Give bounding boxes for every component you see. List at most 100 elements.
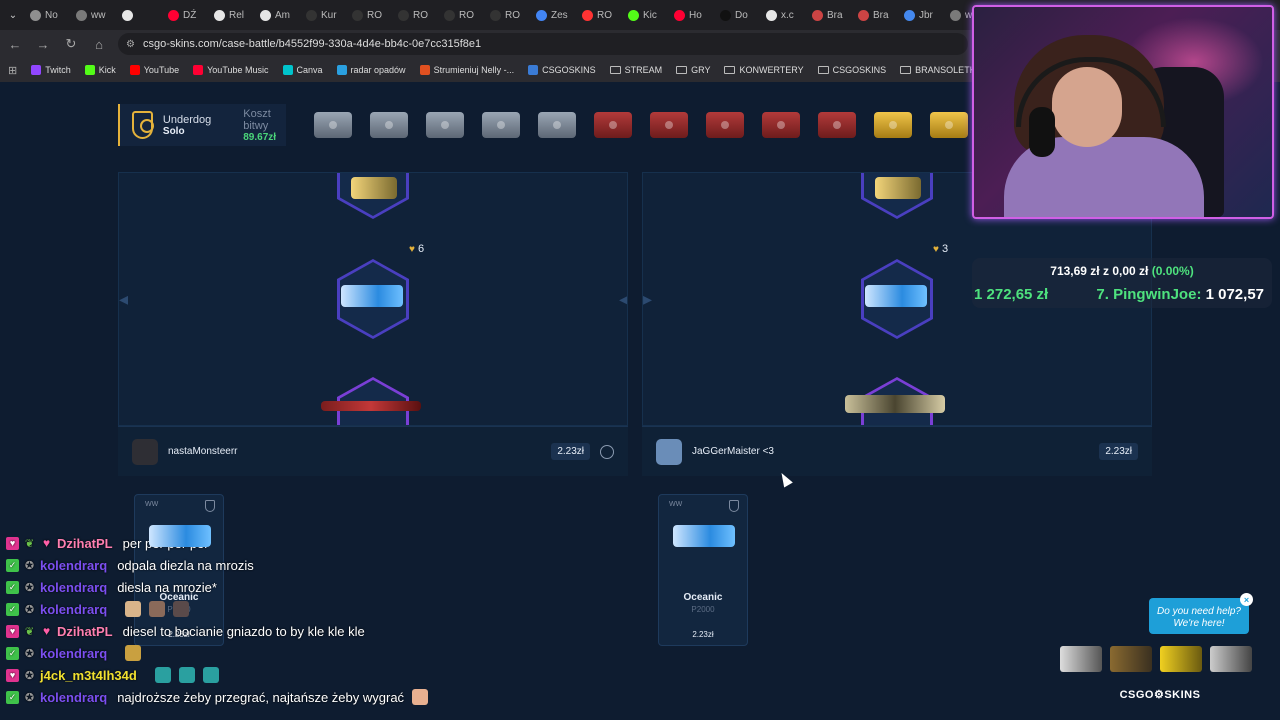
browser-tab[interactable]: DŹ <box>162 3 208 27</box>
underdog-shield-icon <box>132 111 154 139</box>
help-bubble[interactable]: Do you need help? We're here! <box>1149 598 1249 634</box>
drop-card-right[interactable]: WW Oceanic P2000 2.23zł <box>658 494 748 646</box>
browser-tab[interactable]: x.c <box>760 3 806 27</box>
chat-username: kolendrarq <box>40 557 108 573</box>
tab-search-icon[interactable]: ⌄ <box>4 6 22 24</box>
case-icon[interactable] <box>706 112 744 138</box>
weapon-thumb <box>1060 646 1102 672</box>
bookmark-favicon-icon <box>419 65 430 75</box>
chat-text: najdroższe żeby przegrać, najtańsze żeby… <box>117 689 405 705</box>
tab-label: RO <box>367 9 382 21</box>
reel-left-arrow-icon: ◂ <box>119 289 129 309</box>
avatar <box>656 438 682 465</box>
ranking-line: 1 272,65 zł 7. PingwinJoe: 1 072,57 <box>974 286 1264 303</box>
chat-badge-icon: ✓ <box>6 558 19 572</box>
drop-price: 2.23zł <box>692 630 714 639</box>
shield-icon <box>205 500 215 512</box>
browser-tab[interactable]: RO <box>484 3 530 27</box>
bookmark-favicon-icon <box>336 65 347 75</box>
bookmark-item[interactable]: CSGOSKINS <box>817 65 886 75</box>
case-icon[interactable] <box>762 112 800 138</box>
tab-favicon-icon <box>858 9 869 21</box>
forward-icon[interactable]: → <box>34 35 52 53</box>
chat-emote-icon <box>202 667 219 683</box>
case-icon[interactable] <box>874 112 912 138</box>
case-icon[interactable] <box>482 112 520 138</box>
browser-tab[interactable]: RO <box>576 3 622 27</box>
tab-label: x.c <box>781 9 794 21</box>
tab-favicon-icon <box>214 9 225 21</box>
chat-message: ✓ ✪ kolendrarq <box>0 642 470 664</box>
folder-icon <box>900 66 912 74</box>
home-icon[interactable]: ⌂ <box>90 35 108 53</box>
browser-tab[interactable]: Ho <box>668 3 714 27</box>
tab-label: Ho <box>689 9 702 21</box>
chat-emote-icon <box>149 601 166 617</box>
apps-icon[interactable]: ⊞ <box>8 64 17 77</box>
reload-icon[interactable]: ↻ <box>62 35 80 53</box>
browser-tab[interactable]: Kic <box>622 3 668 27</box>
bookmark-item[interactable]: Kick <box>84 65 116 75</box>
weapon-thumb <box>1160 646 1202 672</box>
case-icon[interactable] <box>930 112 968 138</box>
emoji-icon[interactable] <box>600 444 614 459</box>
browser-tab[interactable]: Jbr <box>898 3 944 27</box>
player-name[interactable]: nastaMonsteerr <box>168 446 551 457</box>
close-icon[interactable]: × <box>1240 593 1253 606</box>
chat-badge-icon: ✓ <box>6 646 19 660</box>
chat-message: ✓ ✪ kolendrarq diesla na mrozie* <box>0 576 470 598</box>
stream-chat: ♥❦♥DzihatPLper per per per✓✪kolendrarqod… <box>0 532 470 708</box>
back-icon[interactable]: ← <box>6 35 24 53</box>
bookmark-item[interactable]: CSGOSKINS <box>528 65 596 75</box>
case-icon[interactable] <box>314 112 352 138</box>
bookmark-item[interactable]: KONWERTERY <box>724 65 804 75</box>
bookmark-item[interactable]: YouTube <box>129 65 179 75</box>
bookmark-item[interactable]: Twitch <box>31 65 71 75</box>
chat-badge-icon: ♥ <box>6 536 19 550</box>
browser-tab[interactable]: RO <box>438 3 484 27</box>
browser-tab[interactable]: Am <box>254 3 300 27</box>
browser-tab[interactable]: Do <box>714 3 760 27</box>
folder-icon <box>817 66 829 74</box>
tab-favicon-icon <box>628 9 639 21</box>
browser-tab[interactable]: RO <box>392 3 438 27</box>
pistol-oceanic-icon <box>341 285 403 307</box>
case-icon[interactable] <box>594 112 632 138</box>
folder-icon <box>724 66 736 74</box>
browser-tab[interactable]: Bra <box>806 3 852 27</box>
case-icon[interactable] <box>818 112 856 138</box>
bookmark-item[interactable]: Canva <box>282 65 323 75</box>
case-icon[interactable] <box>370 112 408 138</box>
chat-message: ✓ ✪ kolendrarq odpala diezla na mrozis <box>0 554 470 576</box>
url-field[interactable]: ⚙ csgo-skins.com/case-battle/b4552f99-33… <box>118 33 968 55</box>
chat-username: kolendrarq <box>40 601 108 617</box>
case-icon[interactable] <box>650 112 688 138</box>
browser-tab[interactable]: Rel <box>208 3 254 27</box>
browser-tab[interactable]: ww <box>70 3 116 27</box>
chat-badge-icon: ♥ <box>42 536 51 550</box>
browser-tab[interactable]: Zes <box>530 3 576 27</box>
browser-tab[interactable]: No <box>24 3 70 27</box>
browser-tab[interactable]: Bra <box>852 3 898 27</box>
site-info-icon[interactable]: ⚙ <box>126 39 135 50</box>
folder-icon <box>676 66 688 74</box>
tab-favicon-icon <box>168 9 179 21</box>
drop-tag: WW <box>669 501 683 508</box>
chat-badge-icon: ✓ <box>6 690 19 704</box>
bookmark-item[interactable]: radar opadów <box>336 65 406 75</box>
bookmark-item[interactable]: STREAM <box>609 65 662 75</box>
bookmark-item[interactable]: BRANSOLETKI <box>900 65 978 75</box>
bookmark-item[interactable]: GRY <box>676 65 710 75</box>
bookmark-item[interactable]: Strumieniuj Nelly -... <box>419 65 514 75</box>
browser-tab[interactable]: RO <box>346 3 392 27</box>
tab-favicon-icon <box>766 9 777 21</box>
bookmark-item[interactable]: YouTube Music <box>193 65 269 75</box>
player-name[interactable]: JaGGerMaister <3 <box>692 446 1099 457</box>
browser-tab[interactable] <box>116 3 162 27</box>
browser-tab[interactable]: Kur <box>300 3 346 27</box>
player-value: 2.23zł <box>551 443 590 460</box>
case-icon[interactable] <box>426 112 464 138</box>
chat-message: ♥ ✪ j4ck_m3t4lh34d <box>0 664 470 686</box>
chat-badge-icon: ✓ <box>6 602 19 616</box>
case-icon[interactable] <box>538 112 576 138</box>
